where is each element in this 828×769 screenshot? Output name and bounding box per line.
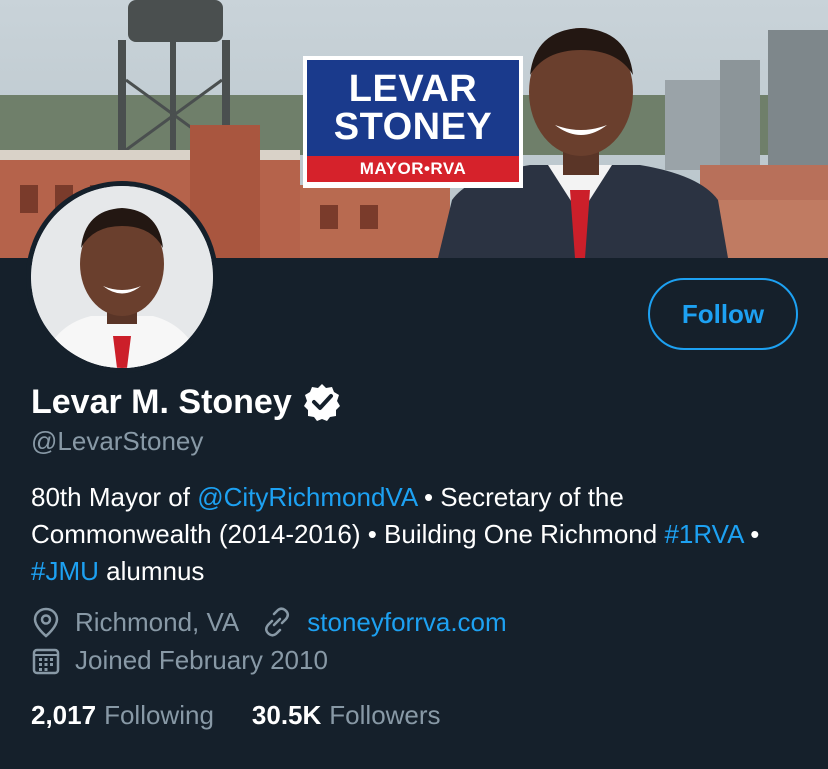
profile-name: Levar M. Stoney (31, 382, 292, 421)
profile-bio: 80th Mayor of @CityRichmondVA • Secretar… (31, 479, 801, 590)
bio-text: 80th Mayor of (31, 482, 198, 512)
following-label: Following (104, 700, 214, 730)
profile-stats: 2,017 Following 30.5K Followers (31, 700, 441, 731)
follow-button[interactable]: Follow (648, 278, 798, 350)
campaign-sign: LEVAR STONEY MAYOR•RVA (303, 56, 523, 188)
profile-website-link[interactable]: stoneyforrva.com (307, 607, 506, 638)
sign-line-2: STONEY (333, 106, 493, 148)
location-pin-icon (33, 607, 59, 638)
profile-avatar[interactable] (26, 181, 218, 373)
following-count: 2,017 (31, 700, 97, 730)
sign-line-1: LEVAR (348, 68, 478, 110)
following-stat[interactable]: 2,017 Following (31, 700, 214, 731)
profile-meta-row: Richmond, VA stoneyforrva.com (31, 606, 507, 638)
profile-location: Richmond, VA (75, 606, 240, 637)
bio-hashtag-link[interactable]: #1RVA (664, 519, 743, 549)
followers-count: 30.5K (251, 700, 322, 730)
sign-tagline: MAYOR•RVA (307, 156, 519, 182)
bio-mention-link[interactable]: @CityRichmondVA (197, 482, 417, 512)
profile-handle: @LevarStoney (31, 426, 204, 456)
verified-badge-icon (303, 384, 340, 421)
bio-hashtag-link[interactable]: #JMU (31, 556, 99, 586)
followers-stat[interactable]: 30.5K Followers (252, 700, 441, 731)
avatar-photo (31, 186, 213, 368)
link-icon (265, 607, 290, 637)
calendar-icon (32, 648, 60, 674)
profile-joined-row: Joined February 2010 (31, 645, 328, 676)
bio-text: alumnus (98, 556, 205, 586)
bio-separator: • (742, 519, 760, 549)
profile-name-row: Levar M. Stoney (31, 380, 342, 424)
followers-label: Followers (329, 700, 441, 730)
profile-joined-date: Joined February 2010 (75, 645, 328, 675)
